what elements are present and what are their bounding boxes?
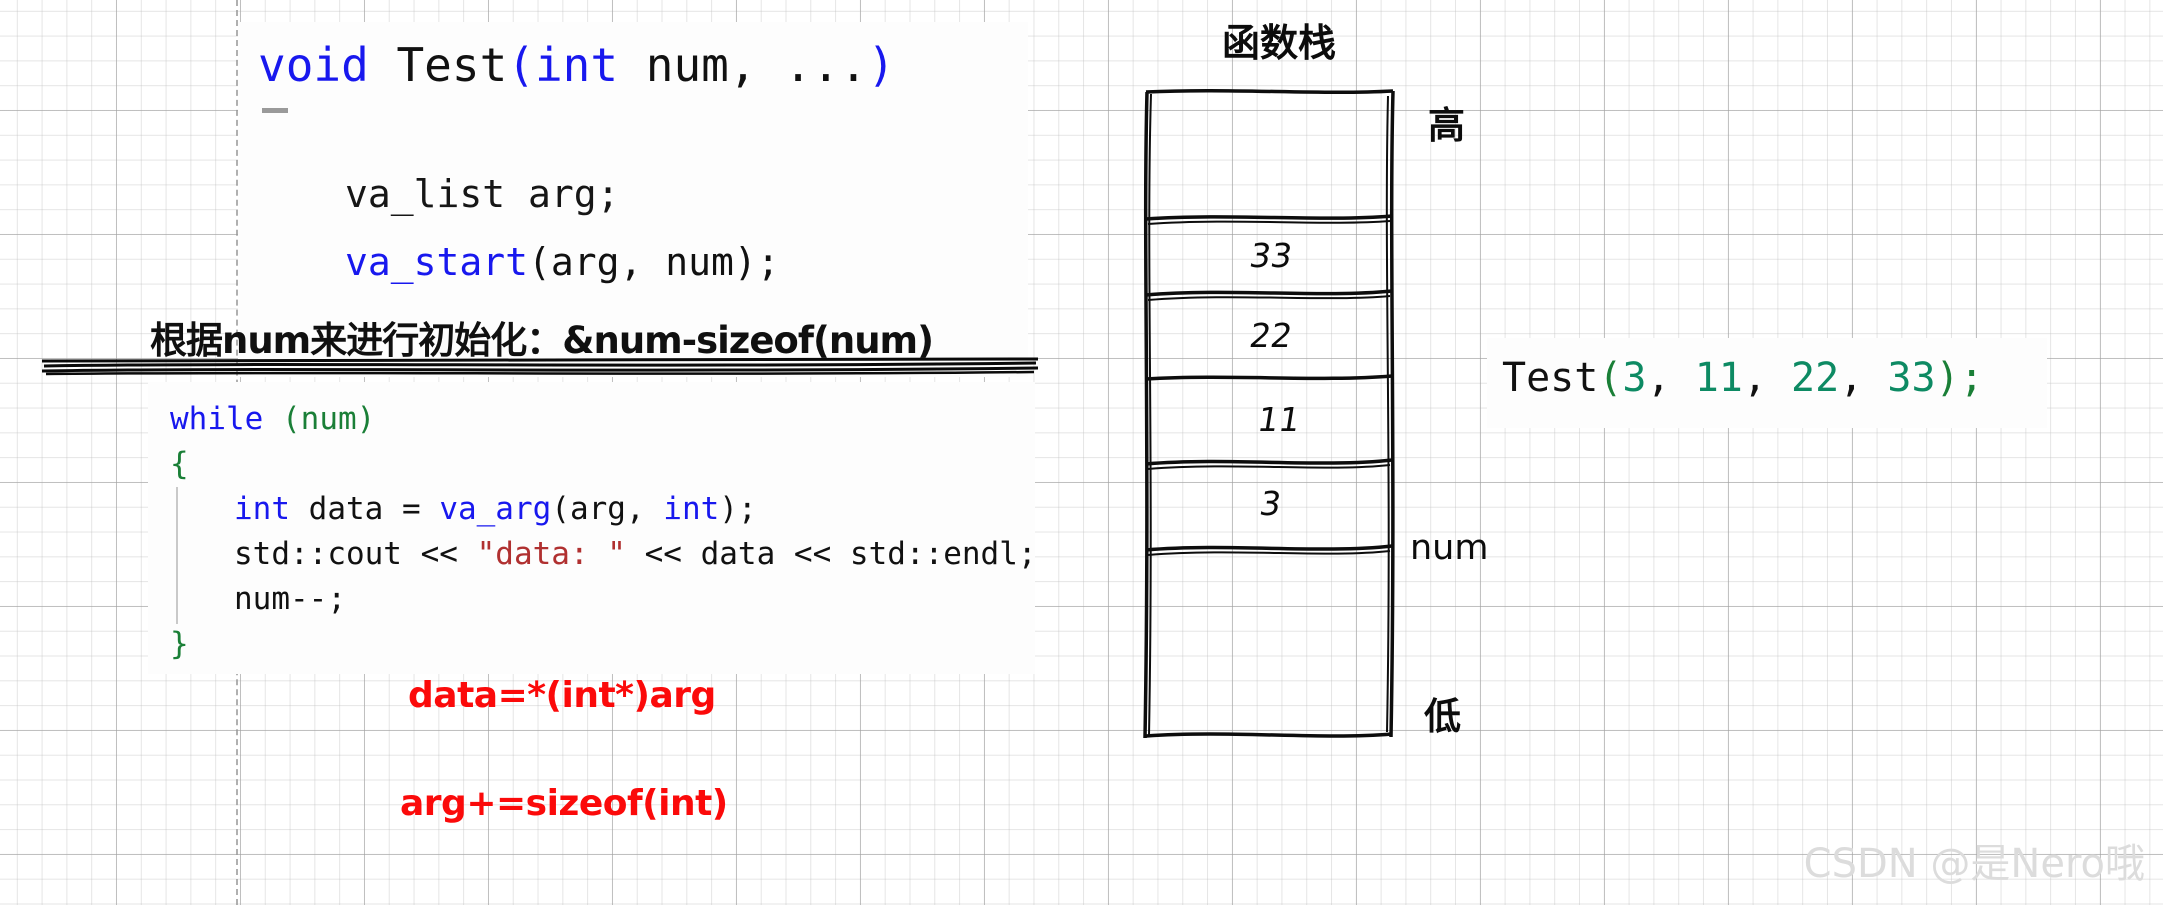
- open-brace: {: [170, 446, 189, 482]
- cout-suffix: << data << std::endl;: [625, 536, 1037, 572]
- divider-svg: [41, 357, 1039, 376]
- code-line-open-brace: {: [170, 442, 1037, 487]
- call-arg-3: 33: [1887, 355, 1936, 401]
- close-brace: }: [170, 626, 189, 662]
- signature-open-paren: (: [507, 38, 535, 92]
- call-close-paren: );: [1935, 355, 1984, 401]
- code-line-while: while (num): [170, 397, 1037, 442]
- va-arg-function: va_arg: [439, 491, 552, 527]
- stack-cell-11-value: 11: [1254, 400, 1304, 439]
- call-arg-1: 11: [1694, 355, 1743, 401]
- va-list-declaration: va_list arg;: [345, 172, 620, 216]
- signature-ellipsis: ...: [784, 38, 868, 92]
- code-block: while (num) { int data = va_arg(arg, int);…: [170, 397, 1037, 667]
- cout-string-literal: "data: ": [476, 536, 626, 572]
- hand-drawn-divider: [40, 352, 1040, 380]
- cout-prefix: std::cout <<: [234, 536, 477, 572]
- red-annotation-data-deref: data=*(int*)arg: [408, 675, 716, 716]
- stack-label-low: 低: [1424, 695, 1461, 738]
- function-signature: void Test(int num, ...): [258, 42, 895, 88]
- va-start-call: va_start(arg, num);: [345, 243, 780, 281]
- red-annotation-arg-advance: arg+=sizeof(int): [400, 783, 728, 824]
- csdn-watermark: CSDN @是Nero哦: [1803, 841, 2145, 887]
- code-line-cout: std::cout << "data: " << data << std::en…: [170, 532, 1037, 577]
- while-keyword: while: [170, 401, 264, 437]
- call-arg-0: 3: [1622, 355, 1647, 401]
- while-condition: (num): [263, 401, 376, 437]
- stack-label-high: 高: [1428, 104, 1465, 147]
- stack-diagram: 33 22 11 3: [1140, 88, 1400, 748]
- stack-title: 函数栈: [1222, 21, 1337, 65]
- code-line-decrement: num--;: [170, 577, 1037, 622]
- code-line-va-arg: int data = va_arg(arg, int);: [170, 487, 1037, 532]
- signature-comma: ,: [728, 38, 785, 92]
- va-arg-open-args: (arg,: [551, 491, 664, 527]
- signature-int-keyword: int: [534, 38, 619, 92]
- call-function-name: Test: [1502, 355, 1599, 401]
- int-keyword-1: int: [234, 491, 290, 527]
- signature-space-2: [618, 38, 646, 92]
- signature-param-name: num: [645, 38, 729, 92]
- signature-close-paren: ): [867, 38, 896, 92]
- call-open-paren: (: [1598, 355, 1623, 401]
- call-arg-2: 22: [1791, 355, 1840, 401]
- va-start-arguments: (arg, num);: [528, 240, 780, 284]
- num-decrement: num--;: [234, 581, 346, 617]
- code-line-close-brace: }: [170, 622, 1037, 667]
- va-arg-close: );: [719, 491, 757, 527]
- signature-underline-mark: [262, 108, 288, 113]
- stack-cell-22-value: 22: [1246, 316, 1296, 355]
- signature-space-1: [369, 38, 397, 92]
- stack-cell-33-value: 33: [1246, 236, 1296, 275]
- int-keyword-2: int: [663, 491, 720, 527]
- stack-label-num: num: [1410, 528, 1489, 568]
- va-start-function-name: va_start: [345, 240, 529, 284]
- signature-function-name: Test: [396, 38, 508, 92]
- data-assignment: data =: [290, 491, 440, 527]
- call-example: Test(3, 11, 22, 33);: [1502, 355, 1984, 401]
- signature-void-keyword: void: [258, 38, 369, 92]
